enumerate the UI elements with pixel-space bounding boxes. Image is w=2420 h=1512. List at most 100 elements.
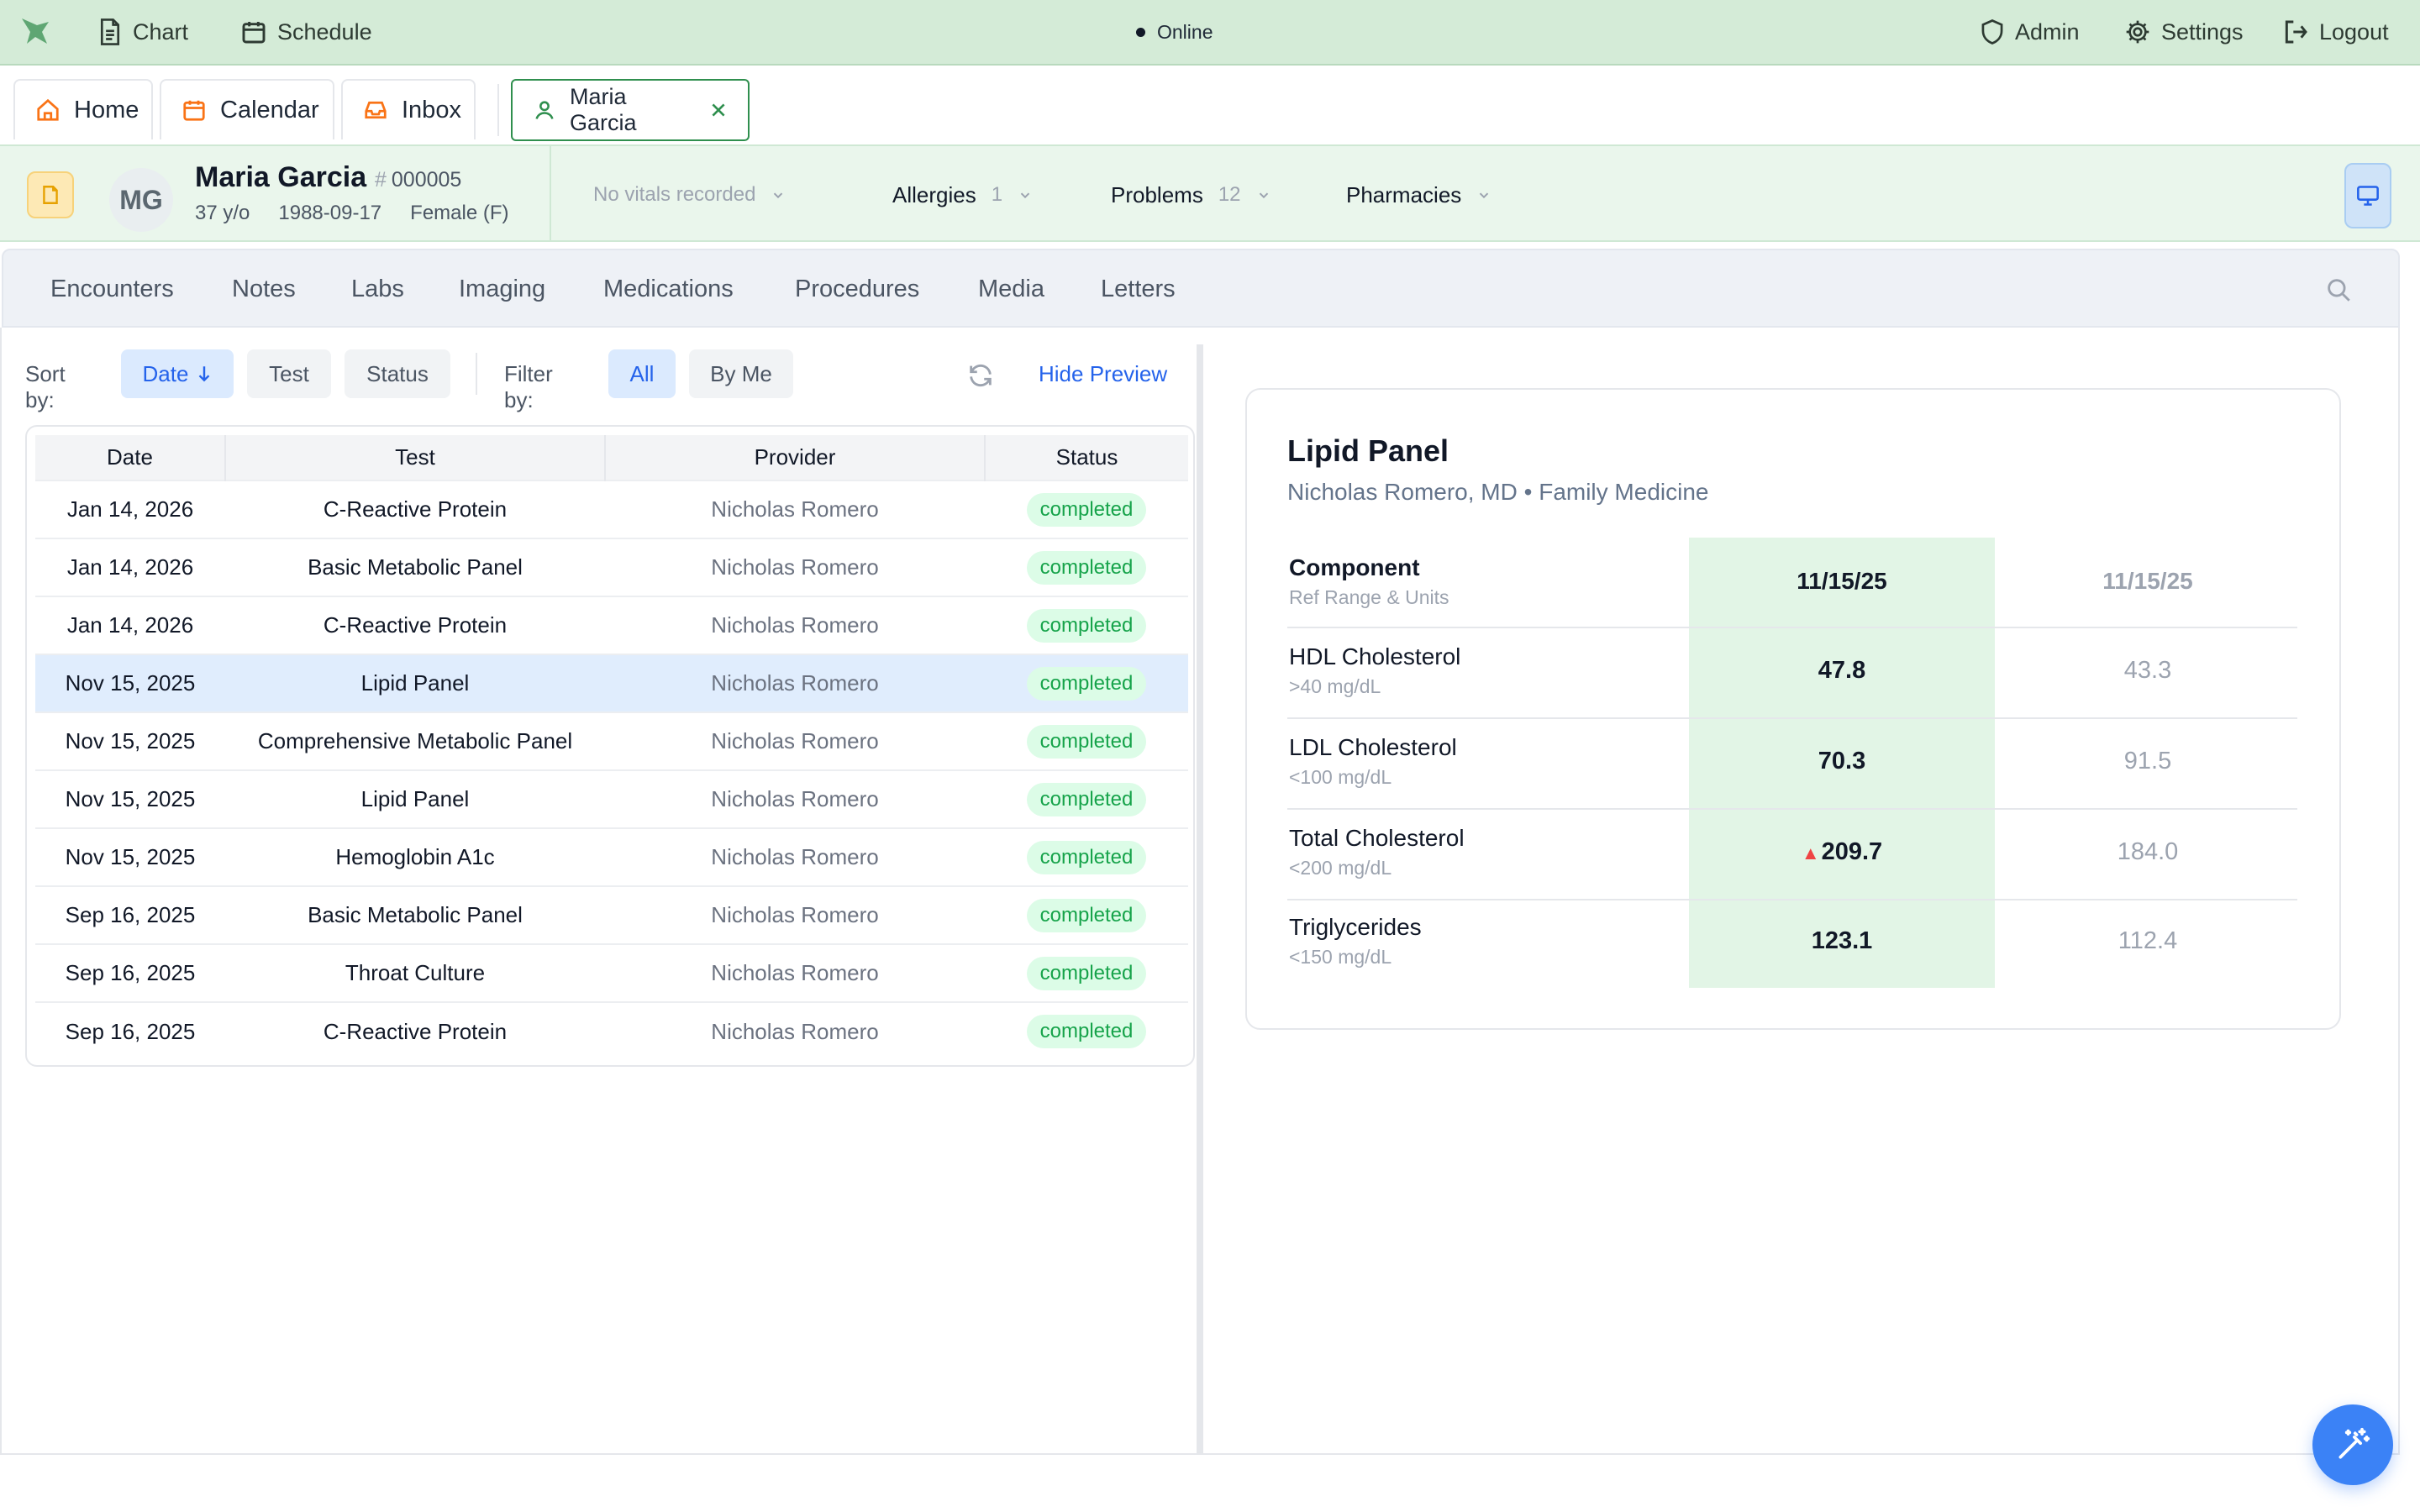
cell-provider: Nicholas Romero bbox=[605, 769, 985, 828]
section-tab-labs[interactable]: Labs bbox=[351, 276, 404, 303]
cell-test: C-Reactive Protein bbox=[225, 596, 605, 654]
column-header-provider[interactable]: Provider bbox=[605, 435, 986, 480]
table-row-selected[interactable]: Nov 15, 2025 Lipid Panel Nicholas Romero… bbox=[35, 654, 1188, 712]
problems-dropdown[interactable]: Problems 12 bbox=[1111, 178, 1271, 212]
gear-icon bbox=[2124, 18, 2151, 45]
section-tab-media[interactable]: Media bbox=[978, 276, 1044, 303]
magic-wand-icon bbox=[2334, 1426, 2371, 1463]
section-tab-procedures[interactable]: Procedures bbox=[795, 276, 919, 303]
top-bar: Chart Schedule Online Admin Settings Log… bbox=[0, 0, 2420, 66]
section-tab-notes[interactable]: Notes bbox=[232, 276, 296, 303]
hash-icon: # bbox=[375, 168, 387, 192]
table-row[interactable]: Nov 15, 2025 Comprehensive Metabolic Pan… bbox=[35, 711, 1188, 770]
sort-date-button[interactable]: Date bbox=[121, 349, 234, 398]
component-previous-value: 184.0 bbox=[2117, 838, 2179, 865]
status-badge: completed bbox=[1026, 840, 1147, 874]
tab-strip: Home Calendar Inbox Maria Garcia bbox=[0, 67, 2420, 144]
sort-test-button[interactable]: Test bbox=[247, 349, 331, 398]
close-icon[interactable] bbox=[709, 101, 728, 119]
filter-by-me-button[interactable]: By Me bbox=[689, 349, 793, 398]
tab-home[interactable]: Home bbox=[13, 79, 153, 139]
section-tab-encounters[interactable]: Encounters bbox=[50, 276, 174, 303]
cell-provider: Nicholas Romero bbox=[605, 480, 985, 538]
component-ref-range: >40 mg/dL bbox=[1289, 675, 1381, 697]
component-ref-range: <200 mg/dL bbox=[1289, 857, 1392, 879]
cell-provider: Nicholas Romero bbox=[605, 711, 985, 770]
tab-calendar[interactable]: Calendar bbox=[160, 79, 334, 139]
filter-all-button[interactable]: All bbox=[608, 349, 676, 398]
component-header-label: Component bbox=[1289, 554, 1420, 580]
cell-provider: Nicholas Romero bbox=[605, 885, 985, 944]
column-header-test[interactable]: Test bbox=[225, 435, 606, 480]
column-header-date[interactable]: Date bbox=[35, 435, 226, 480]
status-dot-icon bbox=[1136, 27, 1145, 37]
component-name: Triglycerides bbox=[1289, 914, 1422, 940]
component-row: Triglycerides <150 mg/dL 123.1 112.4 bbox=[1287, 900, 2297, 988]
nav-admin[interactable]: Admin bbox=[1980, 15, 2080, 49]
cell-date: Jan 14, 2026 bbox=[35, 480, 225, 538]
component-current-value: ▲209.7 bbox=[1689, 838, 1995, 866]
refresh-icon[interactable] bbox=[966, 361, 995, 390]
hide-preview-link[interactable]: Hide Preview bbox=[1039, 361, 1167, 387]
section-tab-imaging[interactable]: Imaging bbox=[459, 276, 545, 303]
app-logo-icon[interactable] bbox=[18, 15, 52, 49]
arrow-down-icon bbox=[197, 365, 212, 383]
nav-logout[interactable]: Logout bbox=[2282, 15, 2389, 49]
tab-patient-maria-garcia[interactable]: Maria Garcia bbox=[511, 79, 750, 141]
table-row[interactable]: Jan 14, 2026 C-Reactive Protein Nicholas… bbox=[35, 596, 1188, 654]
component-current-number: 209.7 bbox=[1821, 838, 1883, 865]
nav-chart[interactable]: Chart bbox=[97, 15, 188, 49]
section-tabs: Encounters Notes Labs Imaging Medication… bbox=[2, 249, 2400, 328]
cell-status: completed bbox=[985, 1001, 1188, 1060]
cell-date: Sep 16, 2025 bbox=[35, 943, 225, 1002]
patient-chart-button[interactable] bbox=[27, 171, 74, 218]
table-row[interactable]: Jan 14, 2026 C-Reactive Protein Nicholas… bbox=[35, 480, 1188, 538]
table-row[interactable]: Nov 15, 2025 Lipid Panel Nicholas Romero… bbox=[35, 769, 1188, 828]
chevron-down-icon bbox=[1476, 187, 1491, 202]
allergies-dropdown[interactable]: Allergies 1 bbox=[892, 178, 1033, 212]
cell-test: Basic Metabolic Panel bbox=[225, 885, 605, 944]
sort-status-button[interactable]: Status bbox=[345, 349, 450, 398]
status-badge: completed bbox=[1026, 492, 1147, 527]
monitor-button[interactable] bbox=[2344, 163, 2391, 228]
monitor-icon bbox=[2356, 185, 2380, 207]
tab-inbox[interactable]: Inbox bbox=[341, 79, 476, 139]
table-row[interactable]: Jan 14, 2026 Basic Metabolic Panel Nicho… bbox=[35, 538, 1188, 596]
search-icon[interactable] bbox=[2324, 276, 2353, 304]
column-header-status[interactable]: Status bbox=[985, 435, 1188, 480]
status-badge: completed bbox=[1026, 956, 1147, 990]
preview-subtitle: Nicholas Romero, MD • Family Medicine bbox=[1287, 479, 1709, 505]
nav-schedule[interactable]: Schedule bbox=[240, 15, 372, 49]
component-current-value: 70.3 bbox=[1818, 748, 1866, 774]
patient-age: 37 y/o bbox=[195, 202, 250, 224]
cell-date: Sep 16, 2025 bbox=[35, 1001, 225, 1060]
table-row[interactable]: Sep 16, 2025 Basic Metabolic Panel Nicho… bbox=[35, 885, 1188, 944]
cell-date: Jan 14, 2026 bbox=[35, 538, 225, 596]
current-date-header: 11/15/25 bbox=[1797, 568, 1887, 594]
problems-count: 12 bbox=[1218, 183, 1241, 206]
vitals-dropdown[interactable]: No vitals recorded bbox=[593, 178, 786, 212]
cell-date: Nov 15, 2025 bbox=[35, 827, 225, 886]
shield-icon bbox=[1980, 18, 2005, 45]
nav-settings[interactable]: Settings bbox=[2124, 15, 2244, 49]
previous-date-header: 11/15/25 bbox=[2102, 568, 2193, 594]
pharmacies-dropdown[interactable]: Pharmacies bbox=[1346, 178, 1491, 212]
cell-status: completed bbox=[985, 769, 1188, 828]
section-tab-medications[interactable]: Medications bbox=[603, 276, 734, 303]
cell-status: completed bbox=[985, 596, 1188, 654]
nav-schedule-label: Schedule bbox=[277, 18, 372, 45]
cell-test: Throat Culture bbox=[225, 943, 605, 1002]
tab-home-label: Home bbox=[74, 96, 139, 123]
section-tab-letters[interactable]: Letters bbox=[1101, 276, 1176, 303]
cell-test: Basic Metabolic Panel bbox=[225, 538, 605, 596]
table-row[interactable]: Nov 15, 2025 Hemoglobin A1c Nicholas Rom… bbox=[35, 827, 1188, 886]
chevron-down-icon bbox=[1256, 187, 1271, 202]
ai-assistant-button[interactable] bbox=[2312, 1404, 2393, 1485]
status-badge: completed bbox=[1026, 1015, 1147, 1048]
patient-demographics: 37 y/o 1988-09-17 Female (F) bbox=[195, 202, 509, 225]
table-row[interactable]: Sep 16, 2025 Throat Culture Nicholas Rom… bbox=[35, 943, 1188, 1002]
cell-status: completed bbox=[985, 480, 1188, 538]
table-row[interactable]: Sep 16, 2025 C-Reactive Protein Nicholas… bbox=[35, 1001, 1188, 1060]
panel-resize-handle[interactable] bbox=[1197, 344, 1203, 1453]
cell-date: Sep 16, 2025 bbox=[35, 885, 225, 944]
